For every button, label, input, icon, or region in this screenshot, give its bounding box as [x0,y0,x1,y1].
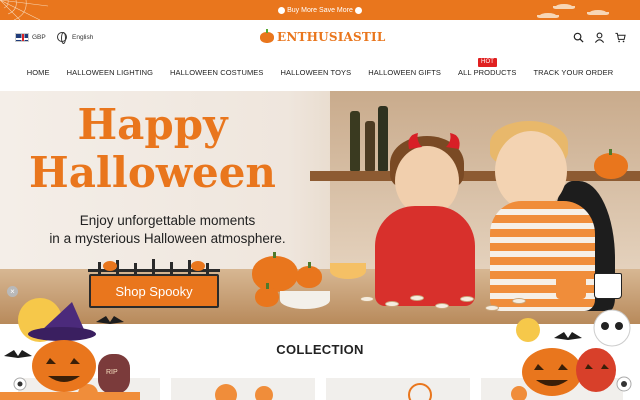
cookie-decoration [485,305,499,311]
cookie-decoration [435,303,449,309]
bat-decoration [537,13,559,18]
hot-badge: HOT [478,58,497,67]
hero-banner[interactable]: Happy Halloween Enjoy unforgettable mome… [0,91,640,324]
announcement-text: Buy More Save More [287,6,353,14]
uk-flag-icon [15,33,29,42]
user-icon[interactable] [594,32,605,43]
currency-selector[interactable]: GBP [15,33,46,42]
kid-red-dress [375,206,475,306]
announcement-bar[interactable]: Buy More Save More [0,0,640,20]
graveyard-fence-decoration [88,259,220,274]
bottle-decoration [365,121,375,171]
pumpkin-decoration [255,283,279,307]
site-header: GBP English ENTHUSIASTIL [0,20,640,56]
bowl-decoration [330,263,366,279]
cookie-decoration [385,301,399,307]
product-image [215,384,237,400]
hero-subtitle-line1: Enjoy unforgettable moments [79,213,256,228]
page: Buy More Save More GBP English ENTHUSIAS… [0,0,640,400]
header-actions [573,32,626,43]
collection-tile[interactable] [326,378,470,400]
nav-item-track-order[interactable]: TRACK YOUR ORDER [533,64,613,82]
product-image [255,386,273,400]
hero-shelf [310,171,640,181]
devil-horns-decoration [408,133,460,149]
product-image [408,383,432,400]
kid-face [495,131,567,211]
nav-item-halloween-lighting[interactable]: HALLOWEEN LIGHTING [67,64,153,82]
language-selector[interactable]: English [57,32,94,44]
hero-title-line2: Halloween [29,148,276,197]
cookie-decoration [512,298,526,304]
nav-item-all-products[interactable]: ALL PRODUCTS HOT [458,58,517,82]
collection-tile[interactable] [171,378,315,400]
bottle-decoration [350,111,360,171]
pumpkin-logo-icon [260,28,274,43]
spider-web-decoration [0,0,48,20]
cookie-decoration [460,296,474,302]
language-label: English [72,33,94,41]
bat-decoration [587,10,609,15]
bowl-decoration [280,291,330,309]
nav-item-home[interactable]: HOME [27,64,50,82]
brand-name: ENTHUSIASTIL [277,30,386,44]
pumpkin-decoration [252,252,298,292]
bat-decoration [553,4,575,9]
cookie-decoration [410,295,424,301]
hero-title-line1: Happy [77,100,228,149]
pumpkin-decoration [296,262,322,288]
currency-label: GBP [32,34,46,41]
halloween-floating-widget-left[interactable]: RIP [0,296,140,400]
mug-decoration [594,273,622,299]
nav-item-halloween-gifts[interactable]: HALLOWEEN GIFTS [368,64,441,82]
bottle-decoration [378,106,388,171]
nav-item-halloween-costumes[interactable]: HALLOWEEN COSTUMES [170,64,263,82]
brand-logo[interactable]: ENTHUSIASTIL [260,28,386,44]
hero-subtitle-line2: in a mysterious Halloween atmosphere. [49,231,286,246]
skull-icon [278,6,286,14]
nav-item-label: ALL PRODUCTS [458,68,517,77]
main-nav: HOME HALLOWEEN LIGHTING HALLOWEEN COSTUM… [0,58,640,82]
tombstone-text: RIP [106,369,118,376]
cart-icon[interactable] [615,32,626,43]
halloween-floating-widget-right[interactable] [500,308,640,400]
search-icon[interactable] [573,32,584,43]
announcement: Buy More Save More [278,6,362,14]
cookie-decoration [360,296,374,302]
skull-icon [354,6,362,14]
mug-decoration [556,271,586,299]
pumpkin-decoration [594,149,628,179]
globe-icon [57,32,67,44]
nav-item-halloween-toys[interactable]: HALLOWEEN TOYS [281,64,352,82]
